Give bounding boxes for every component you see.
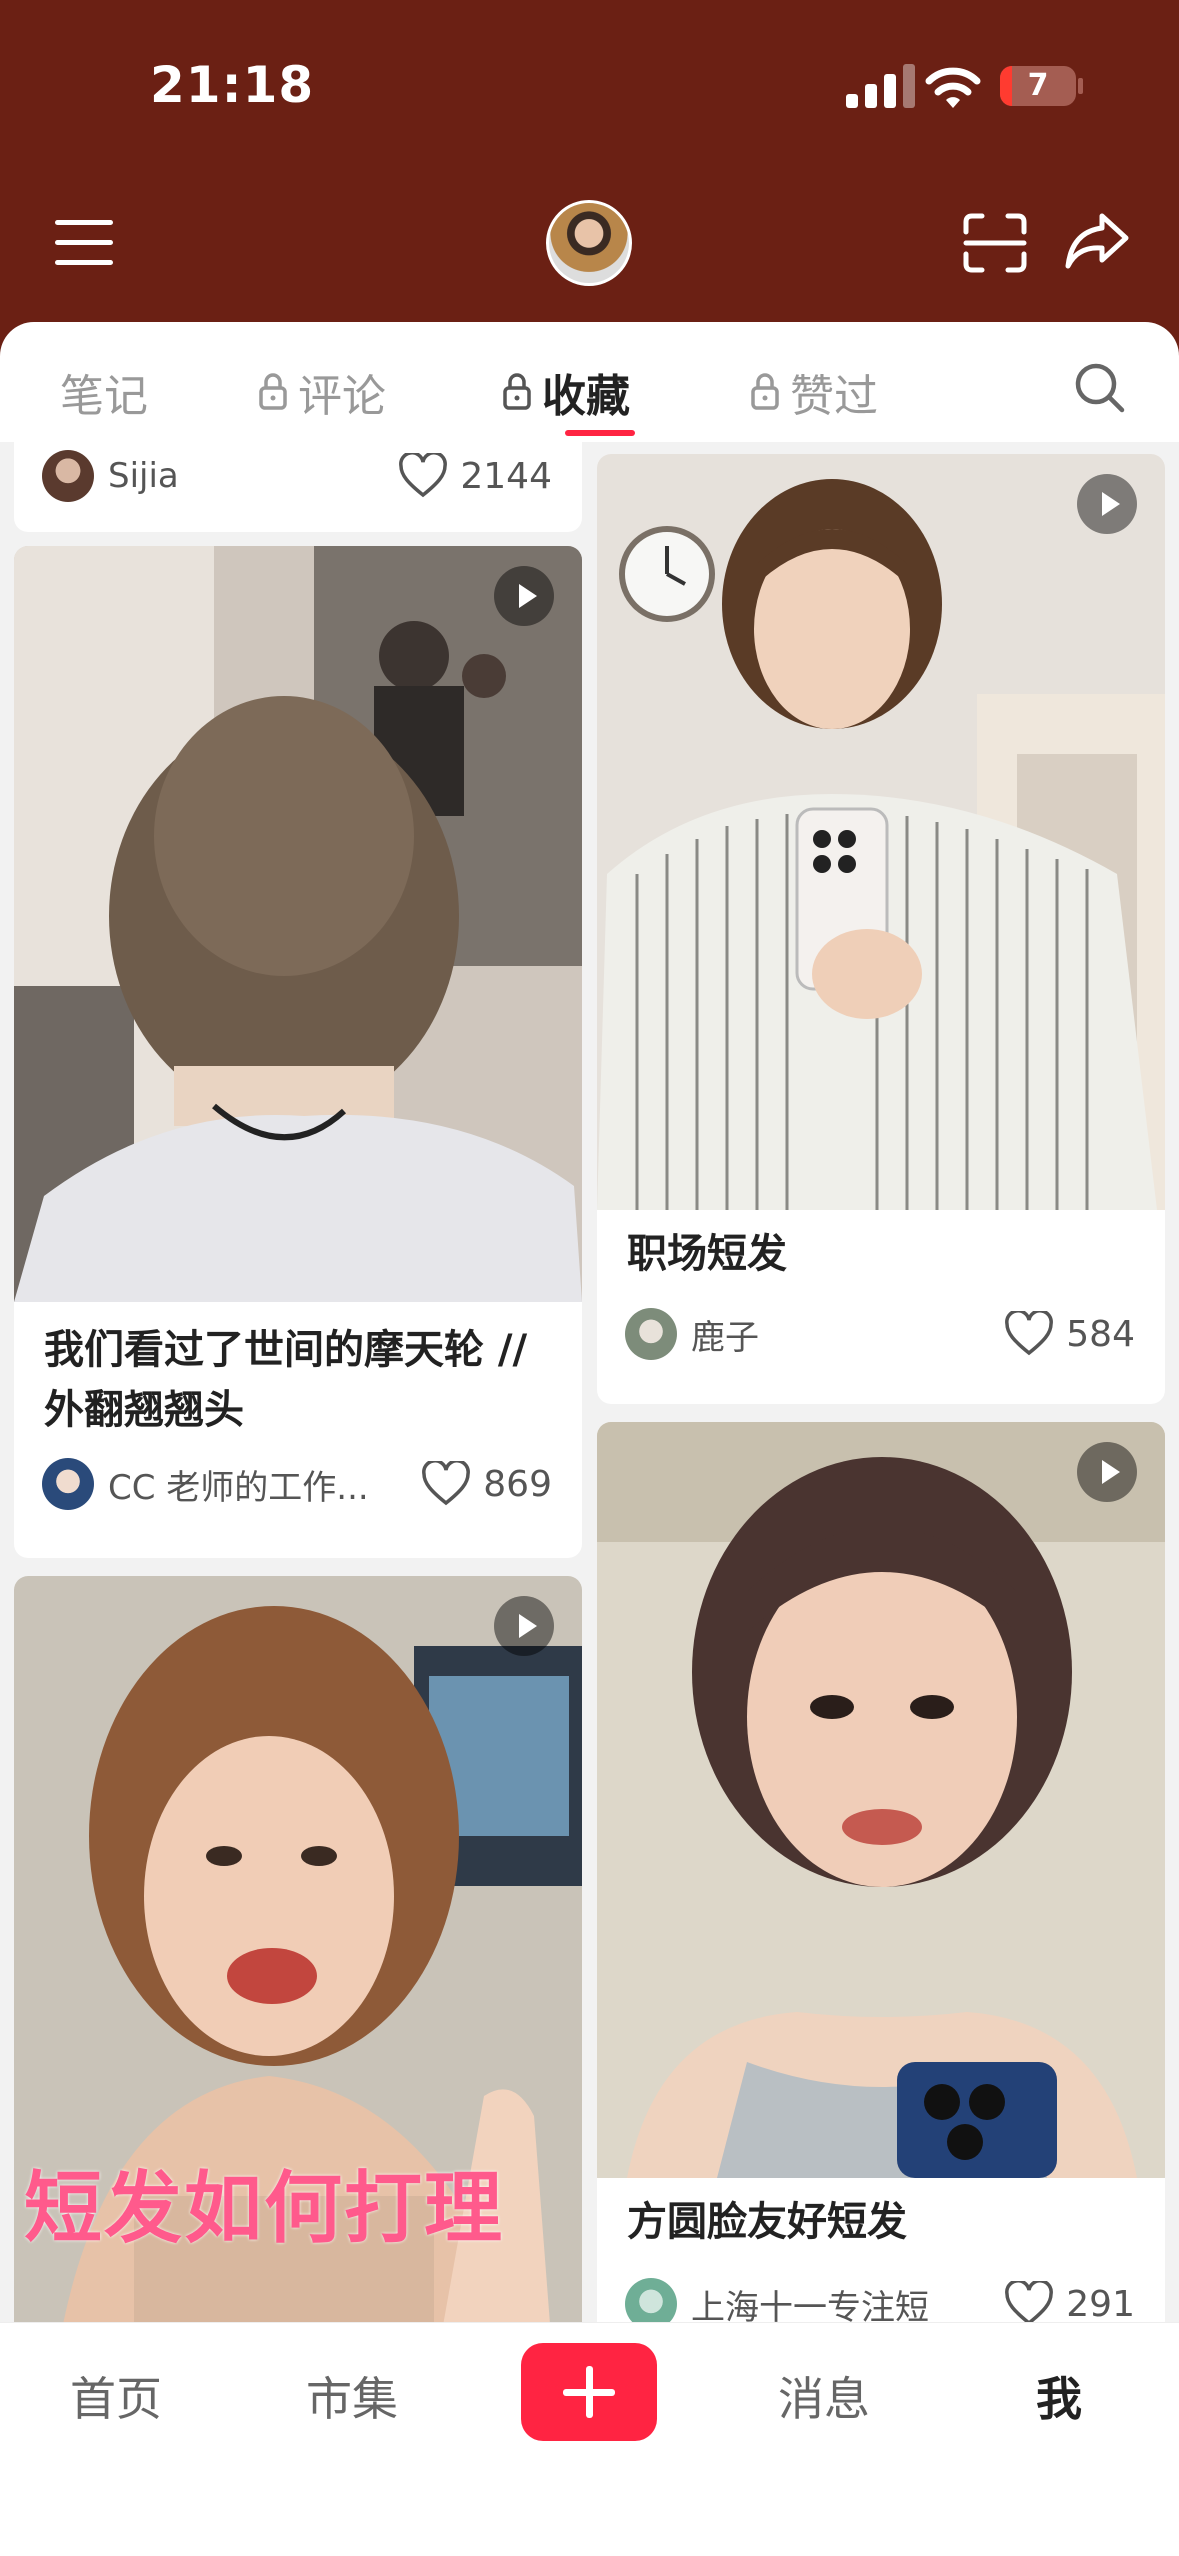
like-button[interactable]: 584: [1004, 1306, 1135, 1362]
note-title: 我们看过了世间的摩天轮 // 外翻翘翘头: [44, 1327, 528, 1433]
scan-icon[interactable]: [962, 212, 1028, 274]
author-row: 鹿子: [625, 1306, 759, 1362]
heart-icon: [1005, 1311, 1054, 1356]
author-row: Sijia: [42, 448, 179, 504]
lock-icon: [259, 373, 287, 410]
heart-icon: [422, 1461, 471, 1506]
tab-liked[interactable]: 赞过: [750, 362, 878, 422]
author-name: 上海十一专注短: [691, 2287, 929, 2323]
video-play-icon: [1077, 474, 1137, 534]
lock-icon: [751, 373, 779, 410]
heart-icon: [1005, 2281, 1054, 2322]
note-card[interactable]: 职场短发 鹿子 584: [597, 454, 1165, 1404]
battery-icon: 7: [1000, 66, 1076, 106]
note-cover-image: [14, 546, 582, 1302]
nav-me[interactable]: 我: [1036, 2363, 1082, 2429]
note-cover-image: [597, 454, 1165, 1210]
favorites-feed: Sijia 2144 我们看过了世间的摩天轮 // 外翻翘翘头 CC 老师的工作…: [0, 442, 1179, 2322]
tab-comments[interactable]: 评论: [258, 362, 386, 422]
author-name: Sijia: [108, 456, 179, 496]
tab-favorites[interactable]: 收藏: [502, 362, 630, 422]
author-avatar[interactable]: [42, 1458, 94, 1510]
like-count: 291: [1066, 2283, 1135, 2323]
like-button[interactable]: 869: [421, 1456, 552, 1512]
note-title: 方圆脸友好短发: [627, 2199, 907, 2245]
video-play-icon: [494, 566, 554, 626]
author-avatar[interactable]: [625, 1308, 677, 1360]
author-avatar[interactable]: [625, 2278, 677, 2322]
like-button[interactable]: 2144: [398, 448, 552, 504]
tab-notes[interactable]: 笔记: [60, 362, 148, 422]
author-name: 鹿子: [691, 1317, 759, 1358]
create-post-button[interactable]: [521, 2343, 657, 2441]
nav-market[interactable]: 市集: [306, 2363, 398, 2429]
nav-messages[interactable]: 消息: [778, 2363, 870, 2429]
author-row: CC 老师的工作...: [42, 1456, 369, 1512]
menu-icon[interactable]: [55, 218, 113, 268]
note-title: 职场短发: [627, 1231, 787, 1277]
like-button[interactable]: 291: [1004, 2276, 1135, 2322]
nav-home[interactable]: 首页: [70, 2363, 162, 2429]
note-card[interactable]: 短发如何打理: [14, 1576, 582, 2322]
profile-avatar[interactable]: [546, 200, 632, 286]
bottom-navigation: 首页 市集 消息 我: [0, 2322, 1179, 2556]
like-count: 869: [483, 1463, 552, 1505]
author-avatar[interactable]: [42, 450, 94, 502]
battery-level: 7: [1027, 68, 1049, 103]
note-card[interactable]: 方圆脸友好短发 上海十一专注短 291: [597, 1422, 1165, 2322]
status-time: 21:18: [150, 56, 315, 114]
video-play-icon: [494, 1596, 554, 1656]
home-indicator: [395, 2508, 785, 2520]
video-caption-overlay: 短发如何打理: [24, 2164, 505, 2254]
note-card[interactable]: 我们看过了世间的摩天轮 // 外翻翘翘头 CC 老师的工作... 869: [14, 546, 582, 1558]
note-card[interactable]: Sijia 2144: [14, 442, 582, 532]
wifi-icon: [925, 67, 981, 108]
note-cover-image: [597, 1422, 1165, 2178]
like-count: 584: [1066, 1313, 1135, 1355]
share-icon[interactable]: [1064, 210, 1130, 272]
collection-tabs: 笔记 评论 收藏 赞过: [0, 322, 1179, 442]
active-tab-indicator: [565, 430, 635, 436]
heart-icon: [399, 453, 448, 498]
cellular-signal-icon: [846, 64, 915, 108]
lock-icon: [503, 373, 531, 410]
author-row: 上海十一专注短: [625, 2276, 929, 2322]
author-name: CC 老师的工作...: [108, 1467, 369, 1508]
video-play-icon: [1077, 1442, 1137, 1502]
search-icon[interactable]: [1072, 360, 1126, 414]
like-count: 2144: [460, 455, 552, 497]
